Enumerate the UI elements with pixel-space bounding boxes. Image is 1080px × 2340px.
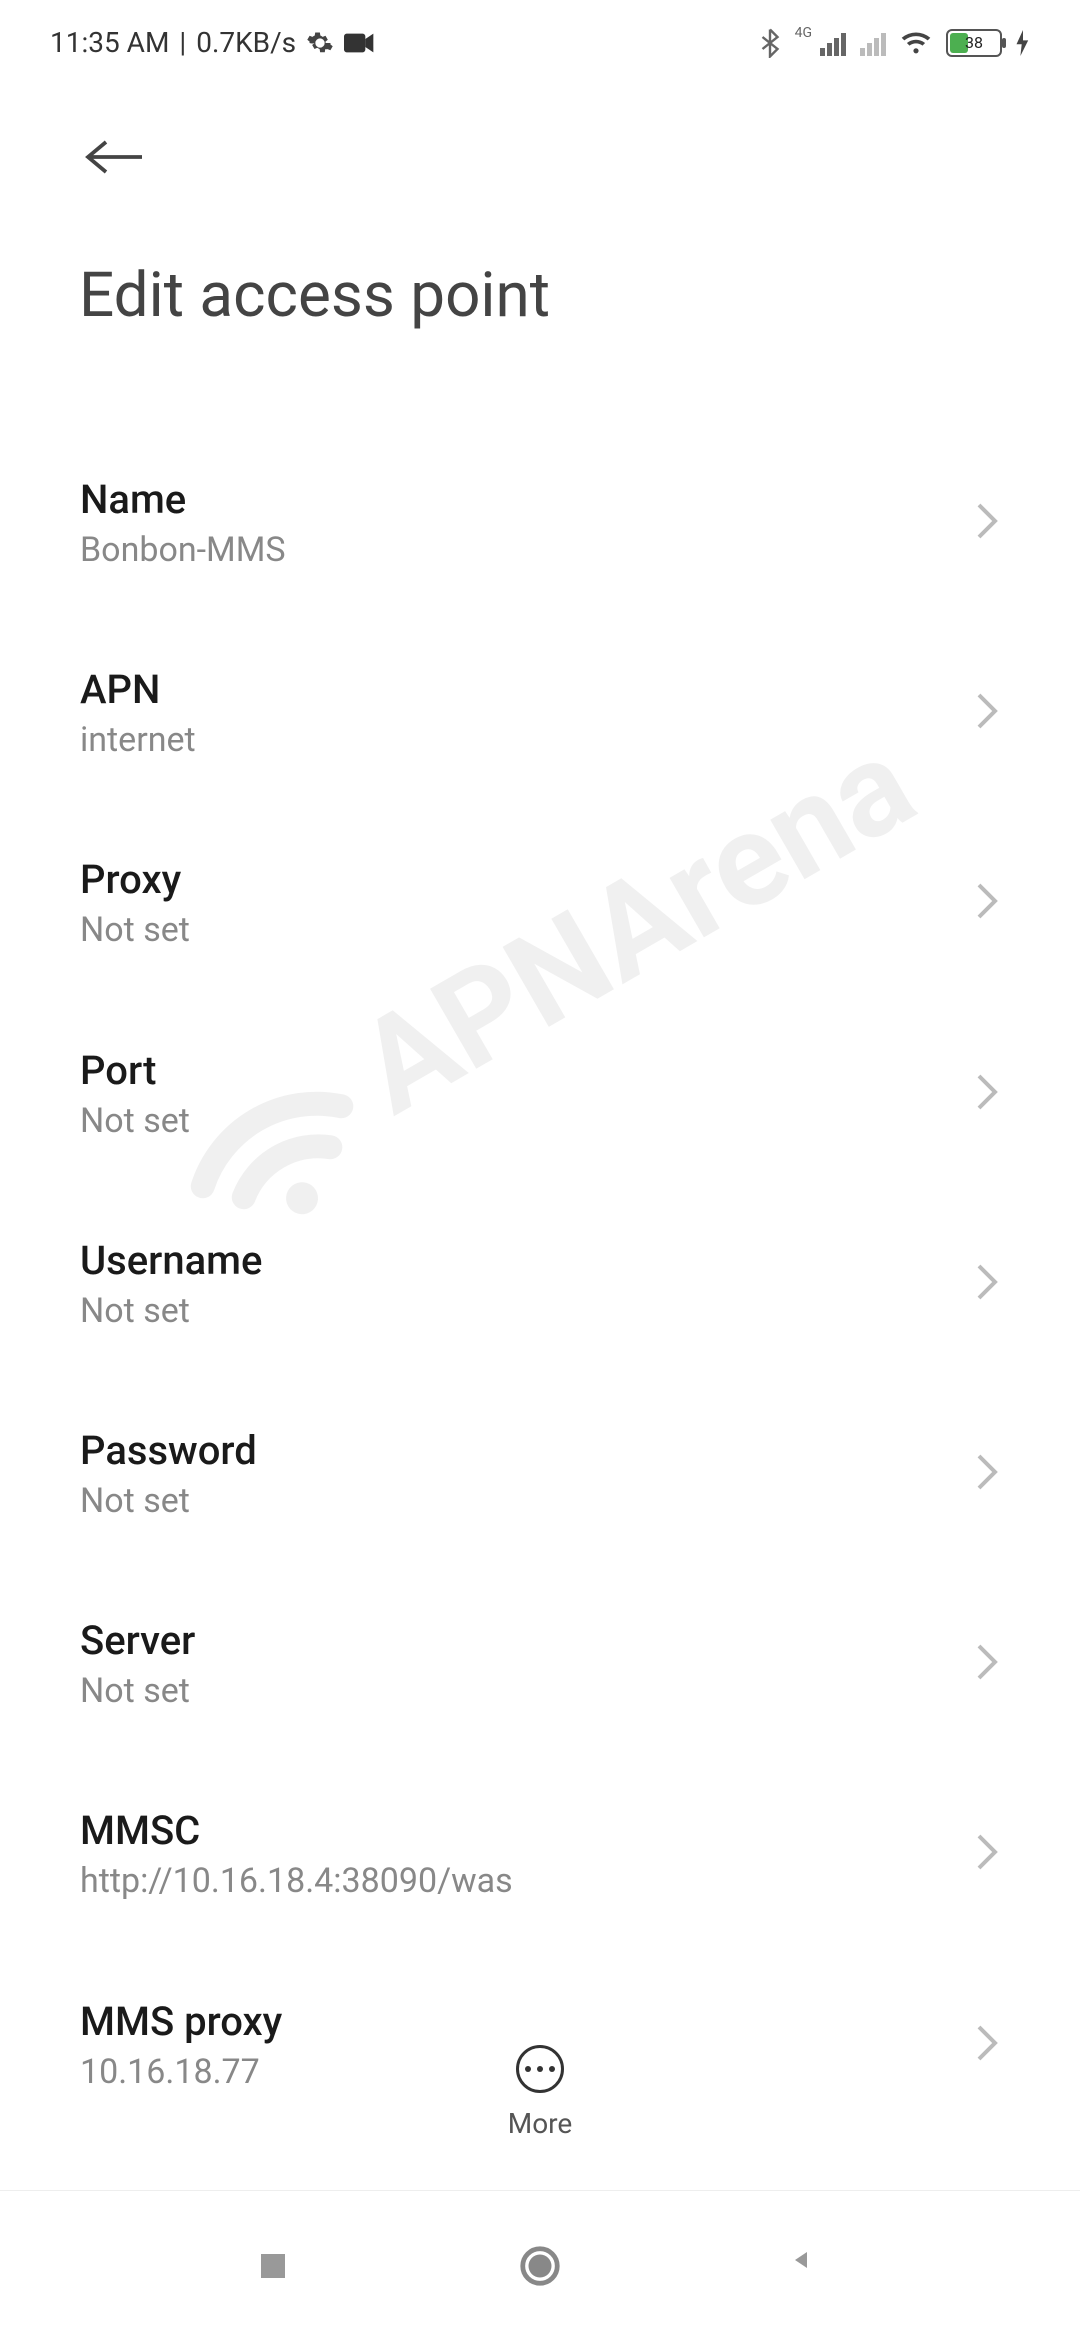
chevron-right-icon xyxy=(974,1642,1000,1686)
signal-bars-2-icon xyxy=(860,30,886,56)
setting-label: MMSC xyxy=(80,1805,513,1857)
status-bar: 11:35 AM | 0.7KB/s 4G 38 xyxy=(0,0,1080,85)
setting-row-username[interactable]: Username Not set xyxy=(80,1193,1000,1383)
chevron-right-icon xyxy=(974,1832,1000,1876)
setting-row-port[interactable]: Port Not set xyxy=(80,1003,1000,1193)
setting-row-mmsc[interactable]: MMSC http://10.16.18.4:38090/was xyxy=(80,1763,1000,1953)
setting-value: Not set xyxy=(80,908,190,952)
bluetooth-icon xyxy=(759,28,781,58)
back-button[interactable] xyxy=(55,115,165,219)
status-left: 11:35 AM | 0.7KB/s xyxy=(50,26,376,59)
setting-value: Not set xyxy=(80,1099,190,1143)
nav-back-button[interactable] xyxy=(777,2236,837,2296)
arrow-left-icon xyxy=(85,135,145,179)
setting-label: MMS proxy xyxy=(80,1996,282,2048)
setting-label: APN xyxy=(80,664,196,716)
setting-label: Username xyxy=(80,1235,262,1287)
wifi-icon xyxy=(900,30,932,56)
setting-value: Not set xyxy=(80,1669,195,1713)
status-speed: 0.7KB/s xyxy=(196,26,296,59)
setting-value: internet xyxy=(80,718,196,762)
setting-value: Bonbon-MMS xyxy=(80,528,286,572)
nav-recents-button[interactable] xyxy=(243,2236,303,2296)
square-icon xyxy=(255,2248,291,2284)
setting-row-name[interactable]: Name Bonbon-MMS xyxy=(80,432,1000,622)
settings-list: Name Bonbon-MMS APN internet Proxy Not s… xyxy=(0,432,1080,2144)
charging-icon xyxy=(1016,30,1030,56)
network-4g-label: 4G xyxy=(795,25,812,41)
chevron-right-icon xyxy=(974,691,1000,735)
status-right: 4G 38 xyxy=(759,28,1030,58)
nav-home-button[interactable] xyxy=(510,2236,570,2296)
more-label: More xyxy=(508,2107,573,2140)
more-icon xyxy=(516,2045,564,2093)
page-title: Edit access point xyxy=(55,259,1025,332)
setting-row-apn[interactable]: APN internet xyxy=(80,622,1000,812)
circle-icon xyxy=(517,2243,563,2289)
more-button[interactable]: More xyxy=(0,2045,1080,2140)
battery-percent: 38 xyxy=(948,33,1000,52)
setting-row-proxy[interactable]: Proxy Not set xyxy=(80,812,1000,1002)
chevron-right-icon xyxy=(974,881,1000,925)
setting-value: Not set xyxy=(80,1289,262,1333)
triangle-left-icon xyxy=(789,2248,825,2284)
setting-label: Server xyxy=(80,1615,195,1667)
setting-row-password[interactable]: Password Not set xyxy=(80,1383,1000,1573)
setting-value: http://10.16.18.4:38090/was xyxy=(80,1859,513,1903)
chevron-right-icon xyxy=(974,501,1000,545)
chevron-right-icon xyxy=(974,1072,1000,1116)
status-time: 11:35 AM xyxy=(50,26,169,59)
setting-label: Name xyxy=(80,474,286,526)
navigation-bar xyxy=(0,2190,1080,2340)
chevron-right-icon xyxy=(974,1262,1000,1306)
battery-icon: 38 xyxy=(946,29,1002,57)
chevron-right-icon xyxy=(974,1452,1000,1496)
gear-icon xyxy=(306,29,334,57)
setting-label: Password xyxy=(80,1425,257,1477)
setting-label: Proxy xyxy=(80,854,190,906)
signal-bars-1-icon xyxy=(820,30,846,56)
camera-icon xyxy=(344,31,376,55)
header: Edit access point xyxy=(0,85,1080,432)
status-divider: | xyxy=(179,26,186,59)
setting-row-server[interactable]: Server Not set xyxy=(80,1573,1000,1763)
setting-value: Not set xyxy=(80,1479,257,1523)
setting-label: Port xyxy=(80,1045,190,1097)
